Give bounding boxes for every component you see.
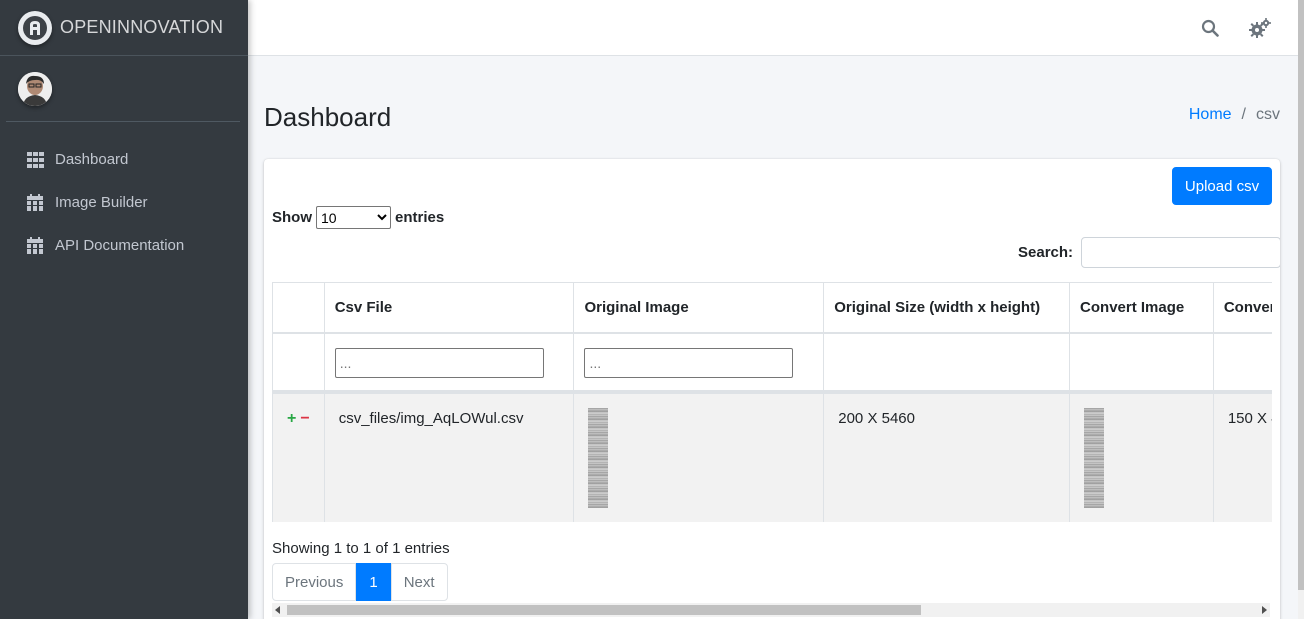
brand-link[interactable]: OPENINNOVATION: [0, 0, 248, 56]
search-label: Search:: [1018, 244, 1074, 261]
filter-cell: [824, 334, 1071, 391]
convert-image-cell: [1070, 391, 1214, 522]
upload-csv-button[interactable]: Upload csv: [1172, 167, 1272, 205]
table-info: Showing 1 to 1 of 1 entries: [272, 540, 450, 557]
sidebar-nav: Dashboard Image Builder API Documentatio…: [0, 138, 248, 267]
column-header-convert-image[interactable]: Convert Image: [1070, 282, 1214, 334]
th-icon: [26, 151, 44, 169]
filter-cell: [324, 334, 575, 391]
breadcrumb: Home / csv: [1189, 106, 1280, 124]
sidebar-item-dashboard[interactable]: Dashboard: [8, 138, 240, 181]
page-title: Dashboard: [264, 102, 392, 132]
column-header-convert-size[interactable]: Conver: [1213, 282, 1272, 334]
pagination-next[interactable]: Next: [390, 563, 448, 601]
sidebar: OPENINNOVATION Dashboard Image Builder A…: [0, 0, 248, 619]
calendar-icon: [26, 237, 44, 255]
pagination: Previous 1 Next: [272, 563, 448, 601]
column-header-control: [272, 282, 325, 334]
table-horizontal-scrollbar[interactable]: [272, 603, 1270, 617]
sidebar-item-image-builder[interactable]: Image Builder: [8, 181, 240, 224]
filter-cell: [272, 334, 325, 391]
pagination-page-1[interactable]: 1: [356, 563, 391, 601]
sidebar-item-label: Dashboard: [55, 151, 129, 168]
filter-cell: [1213, 334, 1272, 391]
column-header-original-size[interactable]: Original Size (width x height): [824, 282, 1071, 334]
length-suffix: entries: [395, 209, 445, 226]
scroll-right-arrow-icon[interactable]: [1262, 606, 1267, 614]
pagination-previous[interactable]: Previous: [272, 563, 357, 601]
sidebar-item-label: API Documentation: [55, 237, 185, 254]
original-image-thumbnail[interactable]: [588, 408, 609, 508]
original-image-cell: [574, 391, 825, 522]
row-control-cell: + −: [272, 391, 325, 522]
expand-plus-icon[interactable]: +: [287, 410, 296, 428]
scrollbar-thumb[interactable]: [1298, 0, 1304, 590]
csv-card: Upload csv Show 10 entries Search: Csv F…: [264, 159, 1280, 619]
convert-size-cell: 150 X 4: [1213, 391, 1272, 522]
scrollbar-thumb[interactable]: [287, 605, 921, 615]
length-prefix: Show: [272, 209, 312, 226]
original-size-cell: 200 X 5460: [824, 391, 1071, 522]
avatar[interactable]: [18, 71, 52, 106]
scroll-left-arrow-icon[interactable]: [275, 606, 280, 614]
calendar-icon: [26, 194, 44, 212]
breadcrumb-current: csv: [1256, 106, 1280, 123]
search-input[interactable]: [1081, 237, 1280, 268]
search-icon[interactable]: [1199, 17, 1221, 39]
brand-text: OPENINNOVATION: [60, 17, 224, 37]
top-navbar: [248, 0, 1298, 56]
csv-table: Csv File Original Image Original Size (w…: [272, 282, 1272, 522]
page-vertical-scrollbar[interactable]: [1298, 0, 1304, 619]
table-row: + − csv_files/img_AqLOWul.csv 200 X 5460…: [272, 391, 1272, 522]
column-header-original-image[interactable]: Original Image: [574, 282, 825, 334]
entries-select[interactable]: 10: [316, 206, 391, 229]
csv-file-filter-input[interactable]: [334, 348, 544, 378]
cogs-icon[interactable]: [1249, 17, 1271, 39]
csv-file-cell: csv_files/img_AqLOWul.csv: [324, 391, 575, 522]
original-image-filter-input[interactable]: [584, 348, 794, 378]
table-search: Search:: [1018, 237, 1280, 268]
sidebar-item-label: Image Builder: [55, 194, 148, 211]
collapse-minus-icon[interactable]: −: [300, 410, 309, 428]
content-header: Dashboard Home / csv: [264, 100, 1280, 140]
filter-cell: [1070, 334, 1214, 391]
entries-length-control: Show 10 entries: [272, 206, 444, 229]
brand-logo-icon: [18, 10, 52, 45]
sidebar-item-api-documentation[interactable]: API Documentation: [8, 224, 240, 267]
convert-image-thumbnail[interactable]: [1084, 408, 1105, 508]
breadcrumb-separator: /: [1241, 106, 1246, 123]
breadcrumb-home-link[interactable]: Home: [1189, 106, 1232, 124]
filter-cell: [574, 334, 825, 391]
column-header-csv-file[interactable]: Csv File: [324, 282, 575, 334]
user-panel: [6, 56, 240, 122]
table-scroll-area[interactable]: Csv File Original Image Original Size (w…: [272, 282, 1272, 522]
